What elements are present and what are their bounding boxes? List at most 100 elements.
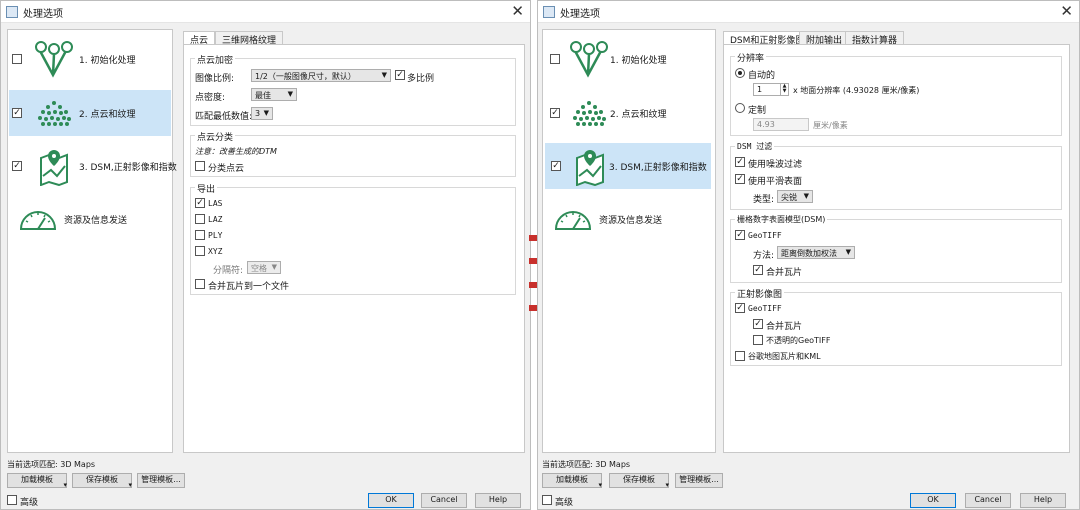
gsd-multiplier-spinner[interactable]: 1 ▲ ▼ xyxy=(753,83,789,96)
raster-geotiff-checkbox[interactable]: ✓ xyxy=(735,230,745,240)
merge-tiles-checkbox[interactable] xyxy=(195,279,205,289)
step-checkbox[interactable]: ✓ xyxy=(12,108,22,118)
custom-radio[interactable] xyxy=(735,103,745,113)
tab-additional-outputs[interactable]: 附加输出 xyxy=(799,31,850,46)
close-icon[interactable]: ✕ xyxy=(1060,2,1073,20)
method-select[interactable]: 距离倒数加权法 ▼ xyxy=(777,246,855,259)
ok-button[interactable]: OK xyxy=(910,493,956,508)
classify-checkbox[interactable] xyxy=(195,161,205,171)
step-item-initial[interactable]: 1. 初始化处理 xyxy=(9,36,171,82)
save-template-button[interactable]: 保存模板 xyxy=(609,473,669,491)
gsd-text: x 地面分辨率 (4.93028 厘米/像素) xyxy=(793,86,920,95)
save-template-button[interactable]: 保存模板 xyxy=(72,473,132,491)
group-title: 点云分类 xyxy=(195,130,236,143)
noise-filter-label: 使用噪波过滤 xyxy=(748,160,803,170)
app-icon xyxy=(6,6,18,18)
delimiter-select[interactable]: 空格 ▼ xyxy=(247,261,281,274)
smooth-surface-checkbox[interactable]: ✓ xyxy=(735,174,745,184)
step-item-resources[interactable]: 资源及信息发送 xyxy=(9,196,171,242)
manage-template-button[interactable]: 管理模板... xyxy=(137,473,185,488)
las-checkbox[interactable]: ✓ xyxy=(195,198,205,208)
tab-content: 分辨率 自动的 1 ▲ ▼ x 地面分辨率 (4.93028 厘米/像素) 定制 … xyxy=(723,44,1070,453)
advanced-checkbox[interactable] xyxy=(7,495,17,505)
density-value: 最佳 xyxy=(255,91,271,100)
step-label: 资源及信息发送 xyxy=(64,216,128,226)
spinner-arrows-icon[interactable]: ▲ ▼ xyxy=(780,84,788,95)
kml-checkbox[interactable] xyxy=(735,351,745,361)
help-button[interactable]: Help xyxy=(1020,493,1066,508)
custom-resolution-input[interactable]: 4.93 xyxy=(753,118,809,131)
group-title: 导出 xyxy=(195,182,218,195)
smooth-type-select[interactable]: 尖锐 ▼ xyxy=(777,190,813,203)
step-list: 1. 初始化处理 ✓ 2. 点云和纹理 ✓ 3. DSM,正射影像和指数 资源及… xyxy=(542,29,716,453)
processing-options-dialog-right: 处理选项 ✕ 1. 初始化处理 ✓ 2. 点云和纹理 ✓ 3. DSM,正射影像… xyxy=(537,0,1080,510)
raster-geotiff-label: GeoTIFF xyxy=(748,231,782,240)
multiscale-label: 多比例 xyxy=(407,74,435,84)
manage-template-button[interactable]: 管理模板... xyxy=(675,473,723,488)
classify-group: 点云分类 注意：改善生成的DTM 分类点云 xyxy=(190,130,516,177)
step-item-pointcloud[interactable]: ✓ 2. 点云和纹理 xyxy=(544,90,714,136)
classify-label: 分类点云 xyxy=(208,164,245,174)
opaque-geotiff-label: 不透明的GeoTIFF xyxy=(766,336,831,345)
chevron-down-icon: ▼ xyxy=(381,71,387,79)
step-label: 资源及信息发送 xyxy=(599,216,663,226)
step-item-pointcloud[interactable]: ✓ 2. 点云和纹理 xyxy=(9,90,171,136)
image-scale-value: 1/2（一般图像尺寸，默认） xyxy=(255,72,356,81)
step-item-initial[interactable]: 1. 初始化处理 xyxy=(544,36,714,82)
image-scale-label: 图像比例: xyxy=(195,74,235,84)
auto-label: 自动的 xyxy=(748,71,776,81)
close-icon[interactable]: ✕ xyxy=(511,2,524,20)
point-cloud-icon xyxy=(38,101,71,126)
min-match-label: 匹配最低数值: xyxy=(195,112,253,122)
app-icon xyxy=(543,6,555,18)
title-bar: 处理选项 ✕ xyxy=(1,1,530,23)
resolution-group: 分辨率 自动的 1 ▲ ▼ x 地面分辨率 (4.93028 厘米/像素) 定制 … xyxy=(730,51,1062,136)
group-title: 栅格数字表面模型(DSM) xyxy=(735,214,828,225)
tab-mesh-texture[interactable]: 三维网格纹理 xyxy=(215,31,284,46)
step-checkbox[interactable] xyxy=(550,54,560,64)
density-select[interactable]: 最佳 ▼ xyxy=(251,88,297,101)
laz-checkbox[interactable] xyxy=(195,214,205,224)
custom-label: 定制 xyxy=(748,106,767,116)
step-checkbox[interactable] xyxy=(12,54,22,64)
map-pin-icon xyxy=(576,150,604,186)
step-label: 1. 初始化处理 xyxy=(79,56,136,66)
chevron-down-icon: ▼ xyxy=(287,90,293,98)
raster-merge-checkbox[interactable]: ✓ xyxy=(753,265,763,275)
chevron-down-icon: ▼ xyxy=(845,248,851,256)
window-title: 处理选项 xyxy=(560,9,600,20)
raster-merge-label: 合并瓦片 xyxy=(766,268,803,278)
multiscale-checkbox[interactable]: ✓ xyxy=(395,70,405,80)
opaque-geotiff-checkbox[interactable] xyxy=(753,335,763,345)
chevron-down-icon: ▼ xyxy=(263,109,269,117)
custom-unit-label: 厘米/像素 xyxy=(813,121,848,130)
ok-button[interactable]: OK xyxy=(368,493,414,508)
step-item-dsm[interactable]: ✓ 3. DSM,正射影像和指数 xyxy=(545,143,711,189)
cancel-button[interactable]: Cancel xyxy=(421,493,467,508)
advanced-checkbox[interactable] xyxy=(542,495,552,505)
xyz-checkbox[interactable] xyxy=(195,246,205,256)
ply-checkbox[interactable] xyxy=(195,230,205,240)
raster-dsm-group: 栅格数字表面模型(DSM) ✓ GeoTIFF 方法: 距离倒数加权法 ▼ ✓ 合… xyxy=(730,214,1062,283)
tab-index-calculator[interactable]: 指数计算器 xyxy=(845,31,905,46)
min-match-select[interactable]: 3 ▼ xyxy=(251,107,273,120)
auto-radio[interactable] xyxy=(735,68,745,78)
step-item-resources[interactable]: 资源及信息发送 xyxy=(544,196,714,242)
step-label: 3. DSM,正射影像和指数 xyxy=(609,163,707,173)
tripod-icon xyxy=(570,41,608,78)
step-checkbox[interactable]: ✓ xyxy=(550,108,560,118)
help-button[interactable]: Help xyxy=(475,493,521,508)
step-checkbox[interactable]: ✓ xyxy=(12,161,22,171)
ortho-geotiff-checkbox[interactable]: ✓ xyxy=(735,303,745,313)
step-item-dsm[interactable]: ✓ 3. DSM,正射影像和指数 xyxy=(9,143,177,189)
noise-filter-checkbox[interactable]: ✓ xyxy=(735,157,745,167)
laz-label: LAZ xyxy=(208,215,223,224)
load-template-button[interactable]: 加载模板 xyxy=(7,473,67,491)
ortho-group: 正射影像图 ✓ GeoTIFF ✓ 合并瓦片 不透明的GeoTIFF 谷歌地图瓦… xyxy=(730,287,1062,366)
cancel-button[interactable]: Cancel xyxy=(965,493,1011,508)
ortho-merge-checkbox[interactable]: ✓ xyxy=(753,319,763,329)
ortho-geotiff-label: GeoTIFF xyxy=(748,304,782,313)
step-checkbox[interactable]: ✓ xyxy=(551,161,561,171)
image-scale-select[interactable]: 1/2（一般图像尺寸，默认） ▼ xyxy=(251,69,391,82)
load-template-button[interactable]: 加载模板 xyxy=(542,473,602,491)
